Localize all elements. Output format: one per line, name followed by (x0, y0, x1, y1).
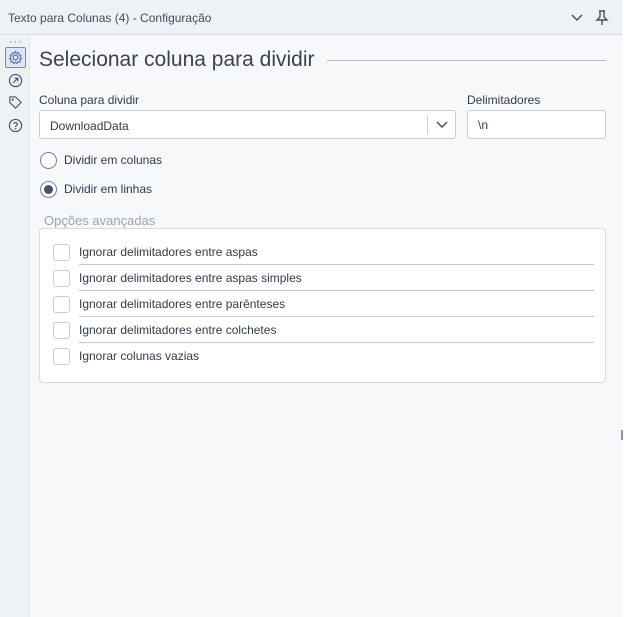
help-icon[interactable] (5, 115, 26, 136)
checkbox-label: Ignorar delimitadores entre aspas (79, 245, 258, 259)
checkbox[interactable] (53, 243, 70, 261)
checkbox-ignore-empty-columns[interactable]: Ignorar colunas vazias (53, 343, 594, 369)
checkbox-label: Ignorar colunas vazias (79, 349, 200, 363)
radio-label: Dividir em colunas (64, 153, 163, 167)
connection-icon[interactable] (5, 70, 26, 91)
window-title: Texto para Colunas (4) - Configuração (8, 11, 212, 25)
radio-split-rows[interactable]: Dividir em linhas (40, 180, 152, 198)
configuration-window: Texto para Colunas (4) - Configuração ··… (0, 0, 623, 617)
checkbox[interactable] (53, 269, 70, 287)
checkbox-ignore-brackets[interactable]: Ignorar delimitadores entre colchetes (53, 317, 594, 343)
radio-button-checked[interactable] (40, 180, 57, 198)
title-divider (327, 60, 606, 61)
advanced-options-title: Opções avançadas (44, 213, 156, 228)
side-toolbar: ··· (0, 36, 30, 617)
select-divider (427, 115, 428, 135)
pin-icon[interactable] (593, 9, 611, 27)
radio-button[interactable] (40, 151, 57, 169)
section-title: Selecionar coluna para dividir (39, 48, 315, 71)
chevron-down-icon[interactable] (568, 9, 586, 27)
delimiters-input[interactable] (467, 110, 606, 139)
checkbox-label: Ignorar delimitadores entre aspas simple… (79, 271, 302, 285)
column-label: Coluna para dividir (39, 93, 140, 107)
checkbox-label: Ignorar delimitadores entre colchetes (79, 323, 277, 337)
checkbox[interactable] (53, 295, 70, 313)
column-select[interactable]: DownloadData (39, 110, 456, 139)
checkbox[interactable] (53, 321, 70, 339)
checkbox-ignore-single-quotes[interactable]: Ignorar delimitadores entre aspas simple… (53, 265, 594, 291)
delimiters-label: Delimitadores (467, 93, 541, 107)
checkbox-ignore-quotes[interactable]: Ignorar delimitadores entre aspas (53, 239, 594, 265)
advanced-options-box: Ignorar delimitadores entre aspas Ignora… (39, 228, 606, 383)
radio-label: Dividir em linhas (64, 182, 153, 196)
radio-split-columns[interactable]: Dividir em colunas (40, 151, 162, 169)
title-bar: Texto para Colunas (4) - Configuração (0, 0, 622, 35)
resize-handle[interactable] (621, 430, 623, 440)
column-select-value: DownloadData (50, 119, 129, 133)
config-panel: Selecionar coluna para dividir Coluna pa… (30, 36, 622, 617)
gear-icon[interactable] (5, 47, 26, 68)
chevron-down-icon[interactable] (434, 118, 450, 132)
checkbox-ignore-parentheses[interactable]: Ignorar delimitadores entre parênteses (53, 291, 594, 317)
checkbox[interactable] (53, 347, 70, 365)
tag-icon[interactable] (5, 92, 26, 113)
checkbox-label: Ignorar delimitadores entre parênteses (79, 297, 286, 311)
